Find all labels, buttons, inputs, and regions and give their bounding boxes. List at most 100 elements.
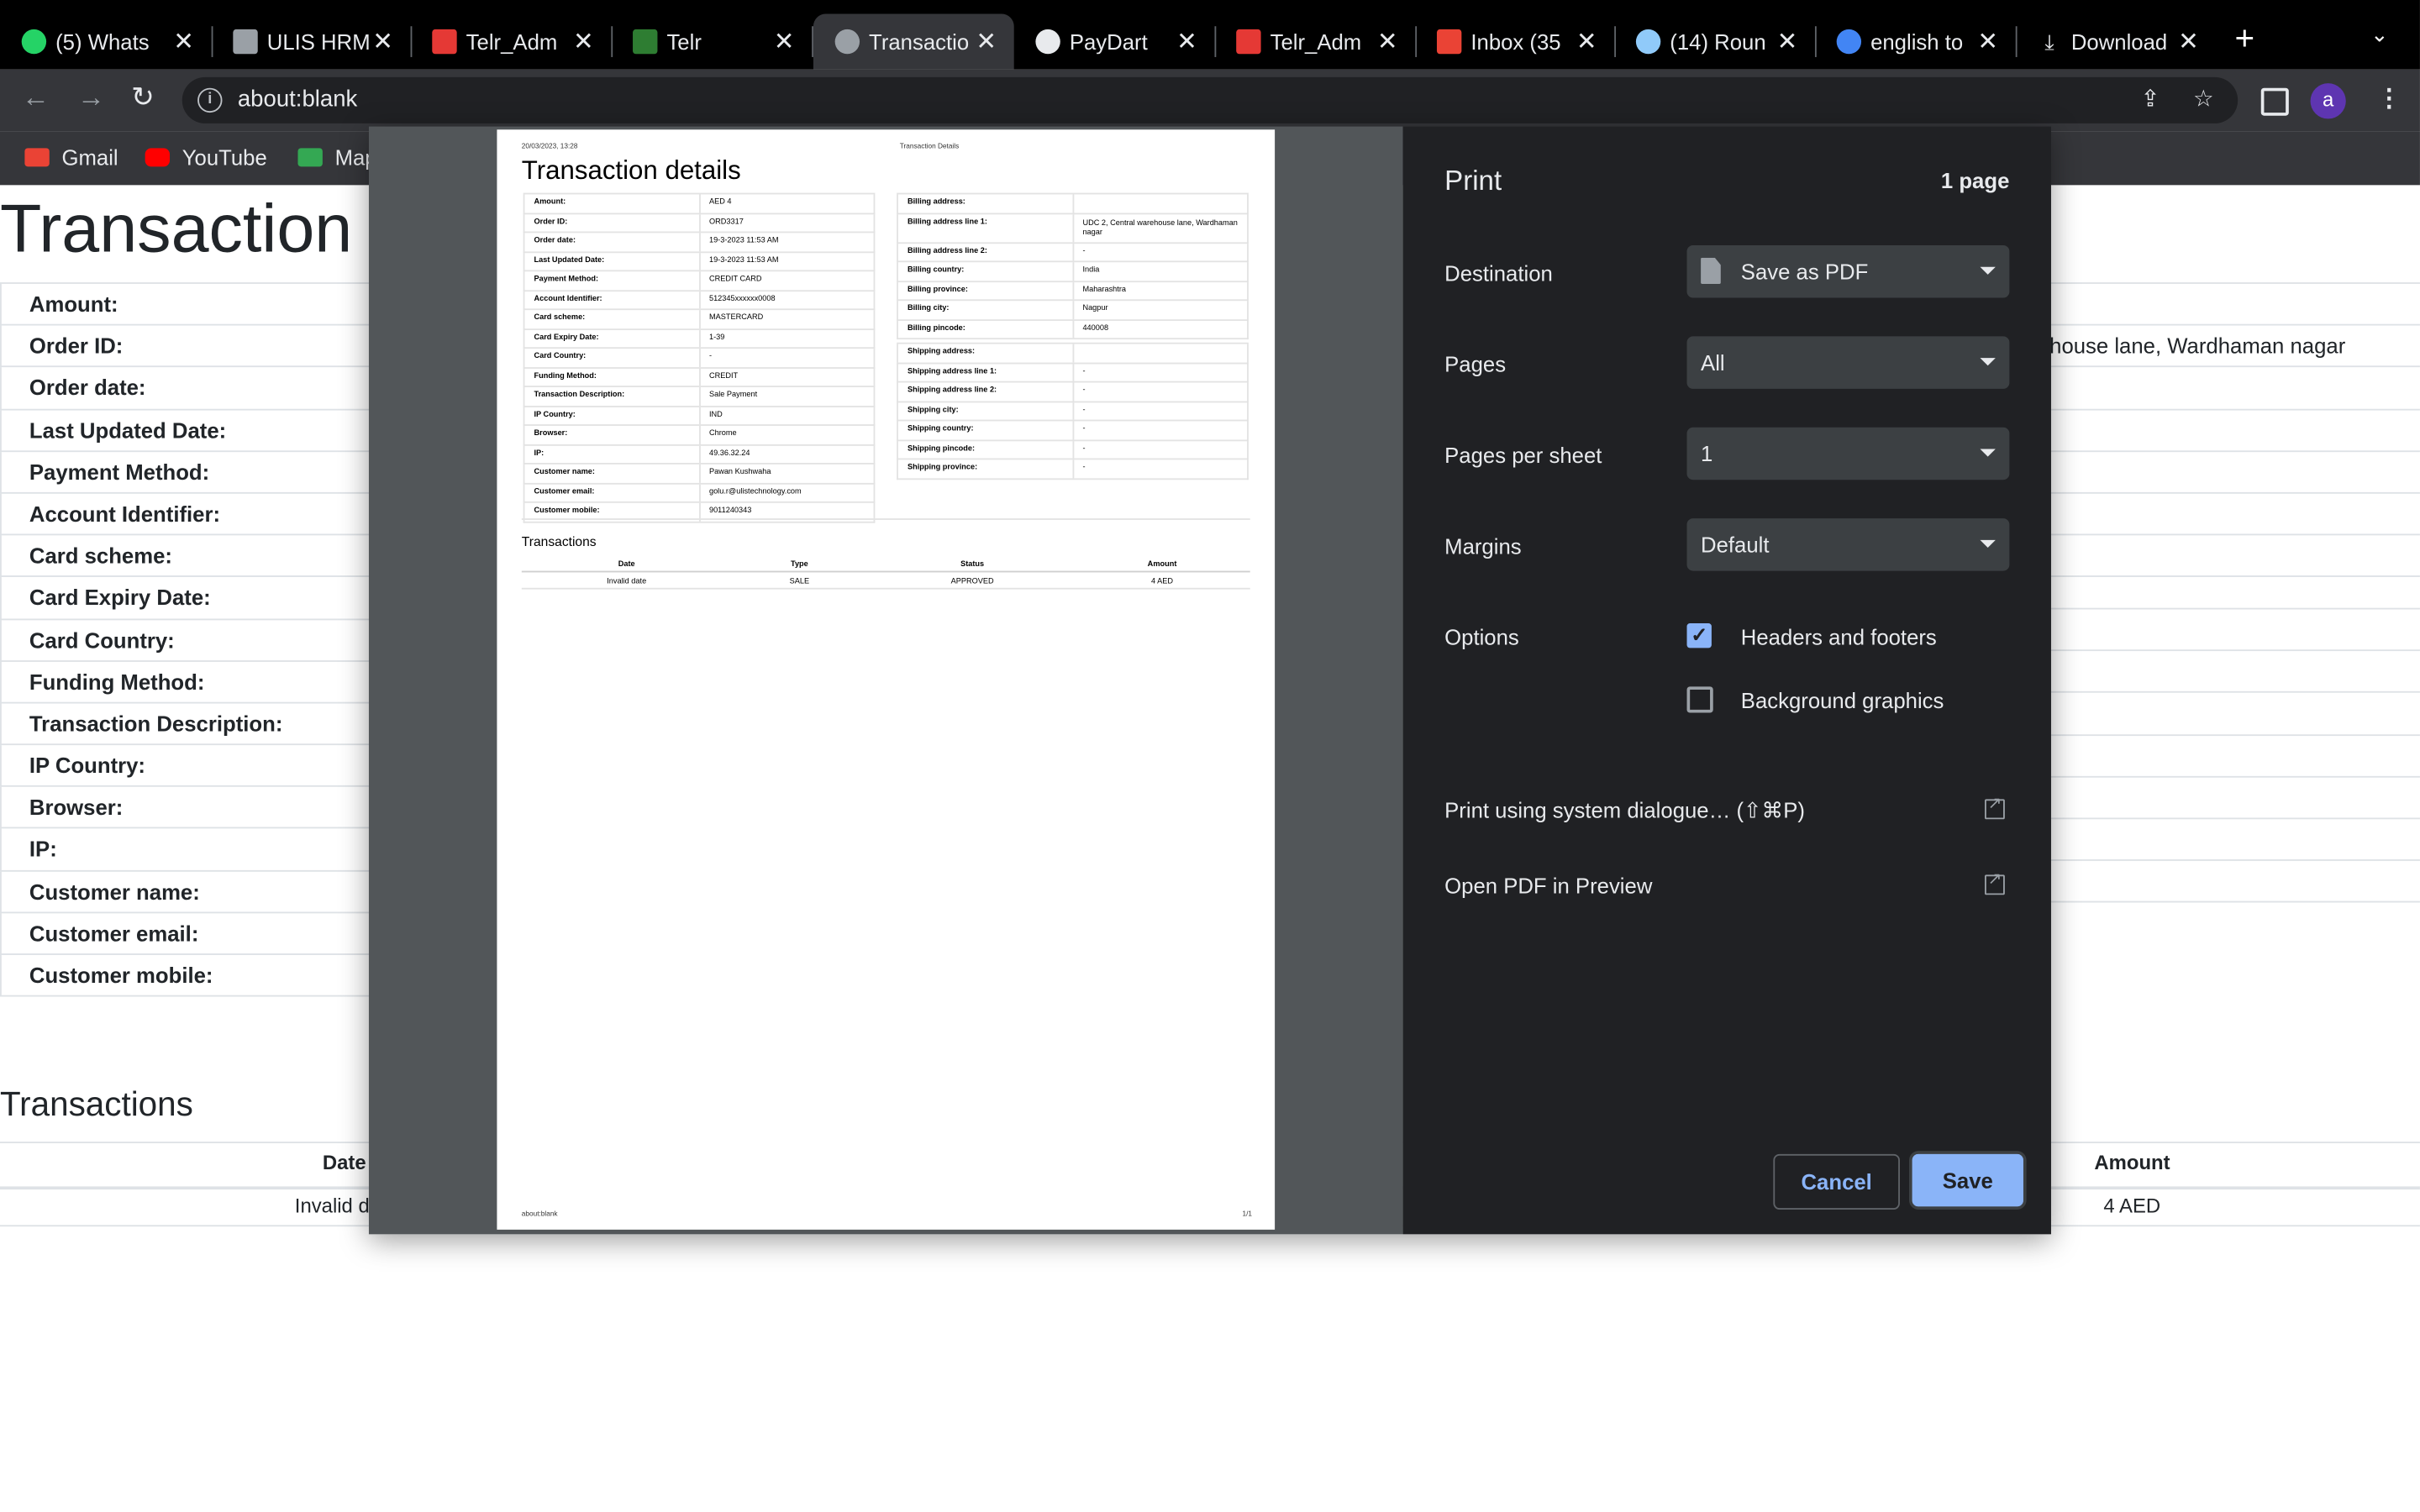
background-graphics-checkbox[interactable] [1686, 686, 1713, 713]
tab[interactable]: Telr ✕ [611, 14, 813, 70]
headers-footers-label[interactable]: Headers and footers [1741, 625, 1937, 649]
browser-toolbar: ← → ↻ i about:blank ⇪ ☆ a ⋮ [0, 69, 2420, 132]
tab[interactable]: PayDart ✕ [1014, 14, 1217, 70]
preview-title: Transaction details [521, 155, 741, 186]
destination-value: Save as PDF [1740, 259, 1869, 284]
reload-icon[interactable]: ↻ [131, 81, 155, 114]
field-label: Customer email: [0, 912, 371, 955]
field-label: Amount: [0, 283, 371, 326]
close-icon[interactable]: ✕ [1574, 26, 1598, 57]
preview-field-label: Shipping pincode: [898, 440, 1074, 459]
preview-billing-table: Billing address: Billing address line 1: U… [897, 192, 1249, 340]
address-bar[interactable]: i about:blank ⇪ ☆ [182, 76, 2238, 123]
preview-details-table: Amount: AED 4 Order ID: ORD3317 Order date: 1… [523, 192, 876, 522]
open-pdf-preview-link[interactable]: Open PDF in Preview [1444, 874, 1652, 898]
tab[interactable]: Inbox (35 ✕ [1415, 14, 1617, 70]
destination-select[interactable]: Save as PDF [1686, 245, 2010, 298]
address-url[interactable]: about:blank [238, 87, 357, 113]
more-menu-icon[interactable]: ⋮ [2377, 83, 2402, 114]
close-icon[interactable]: ✕ [771, 26, 796, 57]
preview-row: Card Expiry Date: 1-39 [523, 329, 876, 349]
close-icon[interactable]: ✕ [371, 26, 395, 57]
bookmark-gmail[interactable]: Gmail [24, 145, 118, 170]
preview-shipping-table: Shipping address: Shipping address line 1… [897, 342, 1249, 480]
preview-field-label: Billing city: [898, 301, 1074, 319]
bookmark-star-icon[interactable]: ☆ [2193, 85, 2214, 113]
bookmark-maps[interactable]: Map [297, 145, 377, 170]
share-icon[interactable]: ⇪ [2141, 85, 2160, 113]
dropdown-arrow-icon [1980, 266, 1996, 275]
preview-row: Shipping province: - [897, 459, 1249, 480]
close-icon[interactable]: ✕ [974, 26, 998, 57]
table-row [2049, 452, 2420, 494]
tab[interactable]: (5) Whats ✕ [0, 14, 213, 70]
save-button[interactable]: Save [1912, 1153, 2023, 1207]
new-tab-button[interactable]: + [2235, 18, 2255, 59]
open-external-icon[interactable] [1984, 869, 2005, 895]
table-row [2049, 609, 2420, 652]
preview-field-label: Card scheme: [524, 310, 700, 328]
back-arrow-icon[interactable]: ← [22, 81, 50, 114]
billing-table-partial: house lane, Wardhaman nagar [2049, 282, 2420, 578]
tab[interactable]: ULIS HRM ✕ [212, 14, 413, 70]
tab[interactable]: (14) Roun ✕ [1614, 14, 1817, 70]
cancel-button[interactable]: Cancel [1773, 1153, 1900, 1210]
tab-search-chevron-icon[interactable]: ⌄ [2370, 22, 2389, 48]
preview-column-header: Date [618, 559, 635, 570]
preview-field-label: Billing address: [898, 194, 1074, 213]
tab[interactable]: Telr_Adm ✕ [411, 14, 613, 70]
close-icon[interactable]: ✕ [1375, 26, 1399, 57]
table-row [2049, 819, 2420, 862]
preview-field-value: India [1082, 265, 1100, 275]
pages-per-sheet-select[interactable]: 1 [1686, 427, 2010, 480]
preview-field-value: - [1082, 245, 1086, 255]
preview-field-label: Billing address line 1: [898, 213, 1074, 242]
preview-row: Transaction Description: Sale Payment [523, 387, 876, 407]
preview-field-value: - [1082, 405, 1086, 415]
preview-row: Last Updated Date: 19-3-2023 11:53 AM [523, 252, 876, 272]
preview-field-label: IP: [524, 444, 700, 464]
print-preview-area[interactable]: 20/03/2023, 13:28 Transaction Details Tr… [368, 126, 1403, 1235]
bookmark-label: Gmail [61, 144, 118, 171]
preview-row: Billing address: [897, 194, 1249, 214]
divider [521, 587, 1250, 590]
preview-cell: Invalid date [607, 576, 647, 586]
preview-field-value: - [708, 351, 713, 361]
profile-avatar[interactable]: a [2310, 83, 2346, 119]
info-icon[interactable]: i [197, 87, 223, 113]
ulis-hrm-icon [233, 29, 258, 55]
side-panel-icon[interactable] [2260, 87, 2289, 116]
bookmark-youtube[interactable]: YouTube [145, 145, 267, 170]
table-row: house lane, Wardhaman nagar [2049, 326, 2420, 368]
margins-select[interactable]: Default [1686, 518, 2010, 571]
open-external-icon[interactable] [1984, 793, 2005, 820]
preview-row: Amount: AED 4 [523, 194, 876, 214]
pages-select[interactable]: All [1686, 336, 2010, 389]
background-graphics-label[interactable]: Background graphics [1741, 688, 1944, 712]
tab-title: ULIS HRM [266, 29, 371, 55]
tab[interactable]: Telr_Adm ✕ [1214, 14, 1418, 70]
tab[interactable]: ⤓ Download ✕ [2016, 14, 2217, 70]
preview-field-label: Order ID: [524, 213, 700, 232]
field-label: Transaction Description: [0, 703, 371, 746]
headers-footers-checkbox[interactable]: ✓ [1686, 623, 1712, 648]
close-icon[interactable]: ✕ [1775, 26, 1799, 57]
tab-active[interactable]: Transactio ✕ [813, 13, 1014, 70]
preview-row: Shipping city: - [897, 402, 1249, 422]
close-icon[interactable]: ✕ [2176, 26, 2201, 57]
table-row [2049, 777, 2420, 820]
field-label: IP: [0, 829, 371, 872]
preview-field-label: Shipping country: [898, 421, 1074, 439]
preview-field-value: - [1082, 386, 1086, 396]
close-icon[interactable]: ✕ [1175, 26, 1199, 57]
print-system-dialog-link[interactable]: Print using system dialogue… (⇧⌘P) [1444, 798, 1805, 824]
close-icon[interactable]: ✕ [171, 26, 196, 57]
forward-arrow-icon[interactable]: → [77, 81, 105, 114]
tab-title: (14) Roun [1670, 29, 1766, 55]
preview-row: IP Country: IND [523, 406, 876, 426]
preview-field-label: Shipping province: [898, 459, 1074, 478]
close-icon[interactable]: ✕ [1975, 26, 2000, 57]
table-row [2049, 368, 2420, 410]
close-icon[interactable]: ✕ [571, 26, 596, 57]
tab[interactable]: english to ✕ [1815, 14, 2018, 70]
